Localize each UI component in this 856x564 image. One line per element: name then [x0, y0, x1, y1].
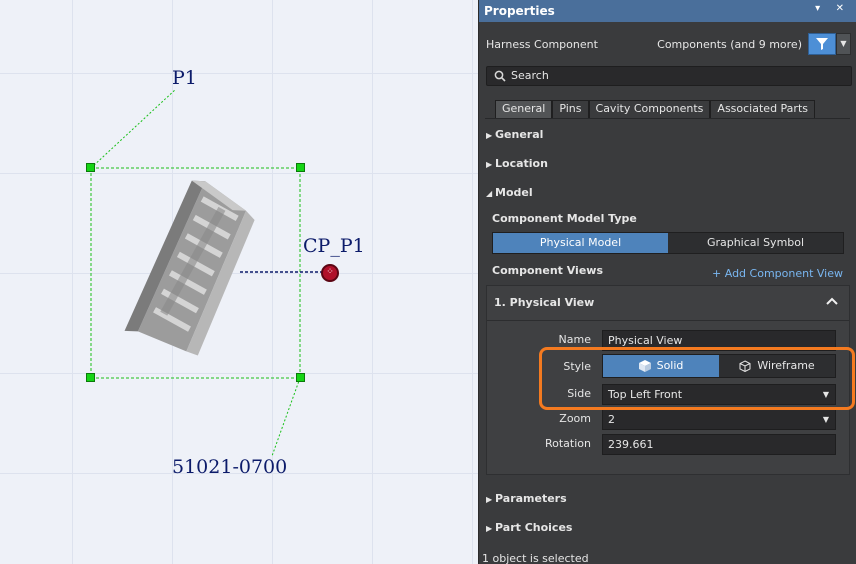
selection-handle-top-left[interactable]	[86, 163, 95, 172]
schematic-canvas[interactable]: P1 CP_P1 51021-0700 ⁘	[0, 0, 478, 564]
expand-arrow-icon: ▶	[486, 160, 493, 169]
object-type-row: Harness Component Components (and 9 more…	[479, 22, 856, 66]
model-type-toggle: Physical Model Graphical Symbol	[492, 232, 844, 254]
part-number-leader-line	[271, 377, 301, 457]
zoom-label: Zoom	[559, 412, 591, 425]
view-title: 1. Physical View	[494, 296, 595, 309]
tab-general[interactable]: General	[495, 100, 553, 118]
filter-button[interactable]	[808, 33, 836, 55]
selection-handle-bottom-left[interactable]	[86, 373, 95, 382]
section-parameters-label: Parameters	[495, 492, 567, 505]
panel-header-buttons[interactable]: ▾ ✕	[815, 3, 850, 14]
designator-label[interactable]: P1	[172, 67, 197, 89]
component-views-heading: Component Views	[492, 264, 603, 277]
rotation-field[interactable]: 239.661	[602, 434, 836, 455]
chevron-down-icon: ▼	[822, 415, 829, 424]
section-part-choices[interactable]: ▶ Part Choices	[486, 521, 572, 534]
part-number-label[interactable]: 51021-0700	[172, 456, 287, 478]
section-general-label: General	[495, 128, 544, 141]
filter-icon	[816, 38, 828, 50]
section-parameters[interactable]: ▶ Parameters	[486, 492, 567, 505]
tab-cavity-components[interactable]: Cavity Components	[588, 100, 711, 118]
panel-title: Properties	[484, 4, 555, 18]
section-general[interactable]: ▶ General	[486, 128, 543, 141]
name-label: Name	[558, 333, 591, 346]
selection-handle-bottom-right[interactable]	[296, 373, 305, 382]
expand-arrow-icon: ▶	[486, 524, 493, 533]
search-icon	[494, 70, 506, 82]
tabs-divider	[485, 118, 850, 119]
tab-associated-parts[interactable]: Associated Parts	[710, 100, 815, 118]
properties-tabs: General Pins Cavity Components Associate…	[495, 100, 815, 118]
physical-model-button[interactable]: Physical Model	[493, 233, 668, 253]
filter-summary: Components (and 9 more)	[657, 38, 802, 51]
section-model[interactable]: ◢ Model	[486, 186, 533, 199]
filter-dropdown-chevron-icon[interactable]: ▼	[836, 33, 851, 55]
connector-3d-model[interactable]	[112, 175, 273, 367]
add-component-view-link[interactable]: + Add Component View	[712, 267, 843, 280]
cavity-component-label[interactable]: CP_P1	[303, 235, 365, 257]
cavity-pin-icon[interactable]: ⁘	[321, 264, 339, 282]
panel-header: Properties ▾ ✕	[479, 0, 856, 22]
collapse-arrow-icon: ◢	[486, 189, 493, 198]
section-location[interactable]: ▶ Location	[486, 157, 548, 170]
tab-pins[interactable]: Pins	[552, 100, 589, 118]
name-value: Physical View	[608, 334, 683, 347]
section-part-choices-label: Part Choices	[495, 521, 573, 534]
selection-status: 1 object is selected	[482, 552, 589, 564]
rotation-label: Rotation	[544, 437, 591, 450]
style-side-highlight-box	[539, 347, 855, 410]
section-model-label: Model	[495, 186, 533, 199]
section-location-label: Location	[495, 157, 548, 170]
canvas-graphics	[90, 88, 322, 457]
properties-panel: Properties ▾ ✕ Harness Component Compone…	[478, 0, 856, 564]
expand-arrow-icon: ▶	[486, 131, 493, 140]
component-model-type-heading: Component Model Type	[492, 212, 637, 225]
zoom-dropdown[interactable]: 2 ▼	[602, 409, 836, 430]
expand-arrow-icon: ▶	[486, 495, 493, 504]
zoom-value: 2	[608, 413, 615, 426]
designator-leader-line	[90, 88, 177, 169]
chevron-up-icon[interactable]	[826, 294, 838, 308]
view-divider	[487, 320, 849, 321]
graphical-symbol-button[interactable]: Graphical Symbol	[668, 233, 843, 253]
search-input[interactable]: Search	[486, 66, 852, 86]
rotation-value: 239.661	[608, 438, 654, 451]
selection-handle-top-right[interactable]	[296, 163, 305, 172]
object-type-label: Harness Component	[486, 38, 598, 51]
search-placeholder: Search	[511, 69, 549, 82]
